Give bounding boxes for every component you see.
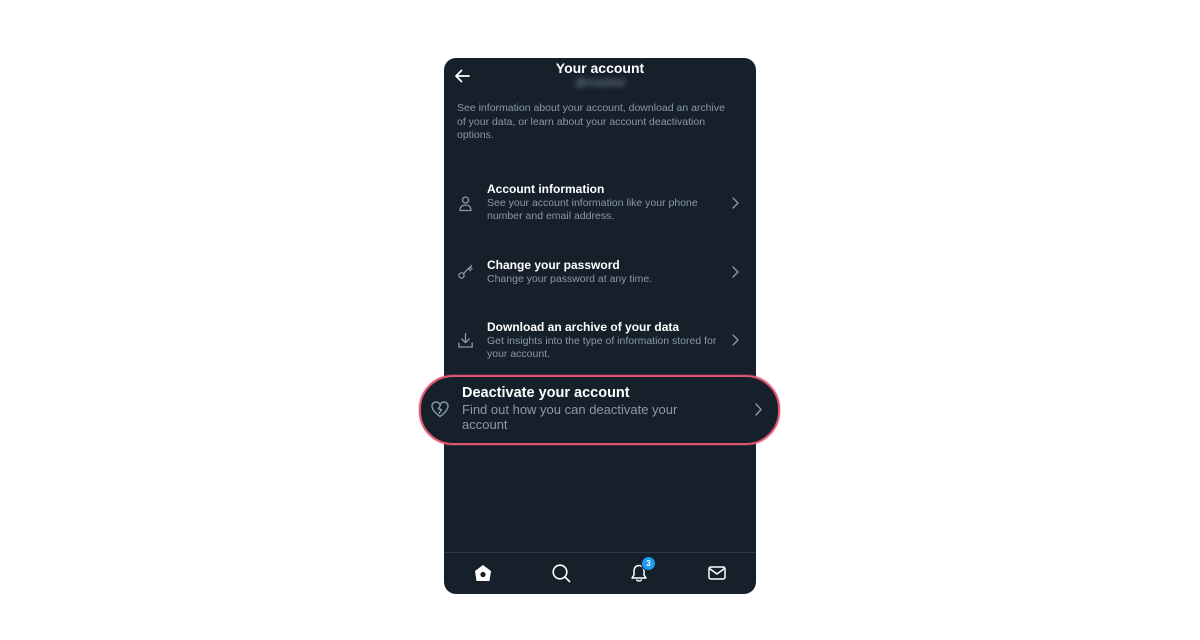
broken-heart-icon: [431, 401, 449, 418]
chevron-right-icon: [755, 403, 762, 416]
nav-messages-button[interactable]: [706, 562, 728, 584]
menu-item-title: Download an archive of your data: [487, 320, 680, 334]
menu-item-change-password[interactable]: Change your password Change your passwor…: [444, 256, 756, 290]
search-icon: [552, 564, 571, 583]
nav-notifications-button[interactable]: 3: [628, 556, 656, 584]
page-title: Your account: [555, 60, 645, 76]
nav-home-button[interactable]: [472, 562, 494, 584]
menu-item-subtitle: Get insights into the type of informatio…: [487, 335, 717, 360]
menu-item-account-information[interactable]: Account information See your account inf…: [444, 180, 756, 228]
menu-item-title: Account information: [487, 182, 605, 196]
mail-icon: [708, 566, 726, 580]
menu-item-deactivate-account[interactable]: Deactivate your account Find out how you…: [419, 375, 780, 445]
chevron-right-icon: [732, 197, 739, 209]
menu-item-subtitle: Find out how you can deactivate your acc…: [462, 402, 678, 432]
page-description: See information about your account, down…: [457, 102, 725, 141]
menu-item-download-archive[interactable]: Download an archive of your data Get ins…: [444, 318, 756, 366]
chevron-right-icon: [732, 334, 739, 346]
menu-item-subtitle: See your account information like your p…: [487, 197, 698, 222]
menu-item-subtitle: Change your password at any time.: [487, 273, 653, 285]
account-handle: @masked: [575, 77, 625, 89]
download-icon: [458, 332, 473, 348]
header: Your account @masked: [444, 58, 756, 94]
nav-search-button[interactable]: [550, 562, 572, 584]
chevron-right-icon: [732, 266, 739, 278]
home-icon: [475, 565, 491, 581]
menu-item-title: Deactivate your account: [462, 385, 630, 401]
key-icon: [458, 264, 473, 279]
bottom-nav: 3: [444, 552, 756, 594]
phone-screen: Your account @masked See information abo…: [444, 58, 756, 594]
person-icon: [459, 196, 472, 212]
menu-item-title: Change your password: [487, 258, 620, 272]
notifications-badge: 3: [641, 556, 656, 571]
